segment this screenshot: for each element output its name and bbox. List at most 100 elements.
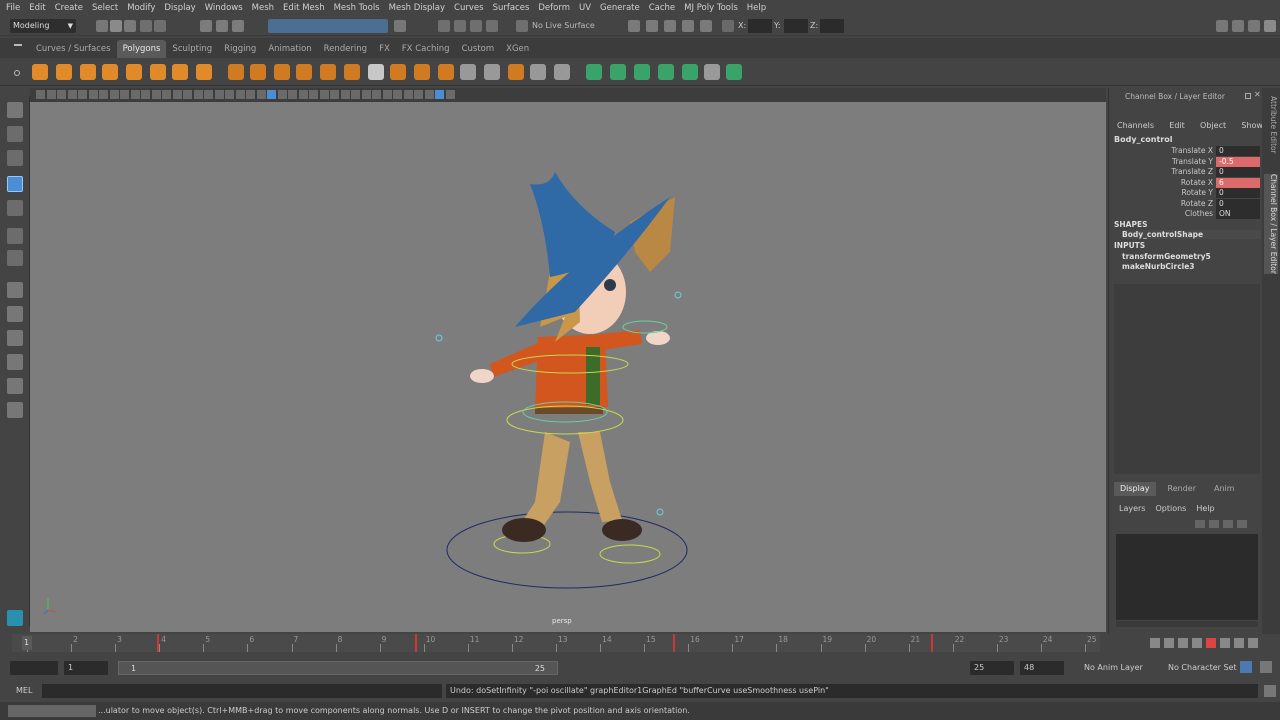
combine-icon[interactable] <box>228 64 244 80</box>
viewport-toolbar-icon[interactable] <box>162 90 171 99</box>
anim-layer-selector[interactable]: No Anim Layer <box>1084 663 1143 672</box>
toggle-channel-box-icon[interactable] <box>1264 20 1276 32</box>
select-shell-icon[interactable] <box>634 64 650 80</box>
range-bar[interactable]: 1 25 <box>118 661 558 675</box>
y-coord-field[interactable] <box>784 19 808 33</box>
multi-cut-icon[interactable] <box>368 64 384 80</box>
channel-row-rotate-y[interactable]: Rotate Y0 <box>1109 188 1261 198</box>
tab-sculpting[interactable]: Sculpting <box>166 40 218 58</box>
new-layer-from-selection-icon[interactable] <box>1237 520 1247 528</box>
play-backwards-icon[interactable] <box>1192 638 1202 648</box>
options-menu[interactable]: Options <box>1155 504 1186 513</box>
menu-create[interactable]: Create <box>55 3 83 13</box>
menu-file[interactable]: File <box>6 3 20 13</box>
object-menu[interactable]: Object <box>1200 121 1226 133</box>
x-coord-field[interactable] <box>748 19 772 33</box>
uv-editor-icon[interactable] <box>460 64 476 80</box>
viewport-toolbar-icon[interactable] <box>414 90 423 99</box>
menu-mj-poly-tools[interactable]: MJ Poly Tools <box>684 3 738 13</box>
close-panel-icon[interactable]: ✕ <box>1254 90 1261 99</box>
attribute-editor-tab[interactable]: Attribute Editor <box>1264 96 1278 154</box>
viewport-toolbar-icon[interactable] <box>372 90 381 99</box>
viewport-toolbar-icon[interactable] <box>382 90 392 99</box>
render-view-icon[interactable] <box>628 20 640 32</box>
tab-rigging[interactable]: Rigging <box>218 40 262 58</box>
lock-icon[interactable] <box>394 20 406 32</box>
input-node-2[interactable]: makeNurbCircle3 <box>1122 262 1195 271</box>
extrude-icon[interactable] <box>320 64 336 80</box>
viewport-toolbar-icon[interactable] <box>319 90 329 99</box>
hypershade-icon[interactable] <box>700 20 712 32</box>
tab-rendering[interactable]: Rendering <box>318 40 373 58</box>
tab-custom[interactable]: Custom <box>456 40 501 58</box>
snap-point-icon[interactable] <box>470 20 482 32</box>
viewport-toolbar-icon[interactable] <box>340 90 350 99</box>
menu-deform[interactable]: Deform <box>538 3 570 13</box>
viewport-toolbar-icon[interactable] <box>78 90 87 99</box>
viewport-toolbar-icon[interactable] <box>183 90 192 99</box>
lasso-tool-icon[interactable] <box>7 126 23 142</box>
viewport-toolbar-icon[interactable] <box>57 90 66 99</box>
viewport-toolbar-icon[interactable] <box>109 90 119 99</box>
toggle-attribute-editor-icon[interactable] <box>1232 20 1244 32</box>
menu-surfaces[interactable]: Surfaces <box>493 3 530 13</box>
animation-end-field[interactable]: 48 <box>1020 661 1064 675</box>
viewport-toolbar-icon[interactable] <box>267 90 276 99</box>
menu-windows[interactable]: Windows <box>205 3 243 13</box>
step-forward-key-icon[interactable] <box>1234 638 1244 648</box>
tab-fx-caching[interactable]: FX Caching <box>396 40 456 58</box>
persp-graph-layout-icon[interactable] <box>7 378 23 394</box>
viewport-toolbar-icon[interactable] <box>361 90 371 99</box>
viewport-toolbar-icon[interactable] <box>309 90 318 99</box>
select-tool-icon[interactable] <box>7 102 23 118</box>
rotate-tool-icon[interactable] <box>7 200 23 216</box>
open-scene-icon[interactable] <box>110 20 122 32</box>
viewport-toolbar-icon[interactable] <box>435 90 444 99</box>
move-layer-down-icon[interactable] <box>1209 520 1219 528</box>
channel-box-tab[interactable]: Channel Box / Layer Editor <box>1264 174 1278 274</box>
move-tool-icon[interactable] <box>7 176 23 192</box>
menu-modify[interactable]: Modify <box>127 3 155 13</box>
distort-icon[interactable] <box>726 64 742 80</box>
plane-icon[interactable] <box>126 64 142 80</box>
channel-value-field[interactable]: 0 <box>1216 167 1260 177</box>
smooth-icon[interactable] <box>296 64 312 80</box>
keyframe-marker[interactable] <box>673 634 675 652</box>
persp-outliner-layout-icon[interactable] <box>7 354 23 370</box>
channel-row-rotate-z[interactable]: Rotate Z0 <box>1109 198 1261 209</box>
bevel-icon[interactable] <box>414 64 430 80</box>
menu-mesh-tools[interactable]: Mesh Tools <box>334 3 380 13</box>
viewport-toolbar-icon[interactable] <box>256 90 266 99</box>
single-perspective-layout-icon[interactable] <box>7 282 23 298</box>
target-weld-icon[interactable] <box>390 64 406 80</box>
tab-animation[interactable]: Animation <box>262 40 317 58</box>
uv-checker-icon[interactable] <box>704 64 720 80</box>
channel-row-rotate-x[interactable]: Rotate X6 <box>1109 177 1261 188</box>
channel-row-clothes[interactable]: Clothes ON <box>1109 209 1261 219</box>
keyframe-marker[interactable] <box>157 634 159 652</box>
keyframe-marker[interactable] <box>931 634 933 652</box>
tab-fx[interactable]: FX <box>373 40 396 58</box>
channel-row-translate-y[interactable]: Translate Y -0.5 <box>1109 156 1261 167</box>
selection-mask-group[interactable] <box>268 19 388 33</box>
transform-mode-icon[interactable] <box>722 20 734 32</box>
perspective-viewport[interactable]: persp <box>30 102 1106 632</box>
snap-view-plane-icon[interactable] <box>486 20 498 32</box>
scale-tool-icon[interactable] <box>7 228 23 244</box>
z-coord-field[interactable] <box>820 19 844 33</box>
select-by-component-icon[interactable] <box>232 20 244 32</box>
sphere-icon[interactable] <box>32 64 48 80</box>
viewport-toolbar-icon[interactable] <box>277 90 287 99</box>
hypershade-layout-icon[interactable] <box>7 402 23 418</box>
viewport-toolbar-icon[interactable] <box>235 90 245 99</box>
layout-uv-icon[interactable] <box>610 64 626 80</box>
left-hand-ik-control[interactable] <box>435 334 443 342</box>
select-by-hierarchy-icon[interactable] <box>200 20 212 32</box>
toggle-modeling-toolkit-icon[interactable] <box>1216 20 1228 32</box>
channel-value-field[interactable]: 0 <box>1216 198 1260 209</box>
cylinder-icon[interactable] <box>80 64 96 80</box>
texel-density-icon[interactable] <box>682 64 698 80</box>
menu-help[interactable]: Help <box>747 3 766 13</box>
cone-icon[interactable] <box>102 64 118 80</box>
layers-menu[interactable]: Layers <box>1119 504 1145 513</box>
